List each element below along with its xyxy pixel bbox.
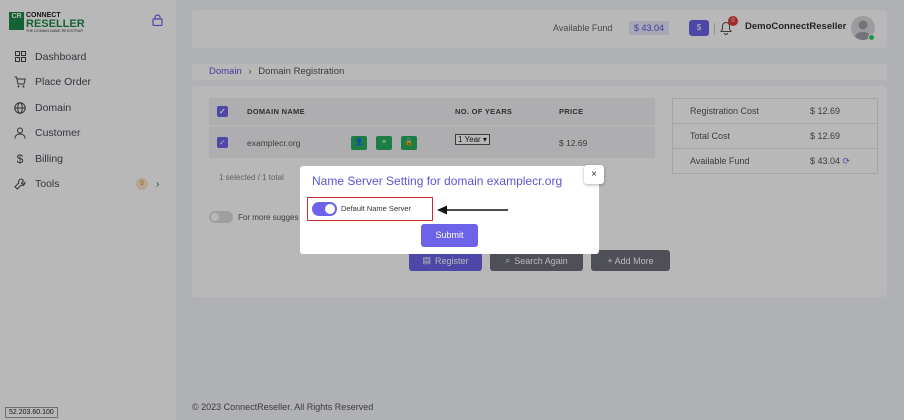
close-icon[interactable]: ×: [584, 165, 604, 184]
default-name-server-toggle[interactable]: [312, 202, 337, 216]
arrow-left-icon: [437, 205, 508, 215]
modal-title: Name Server Setting for domain examplecr…: [312, 174, 563, 188]
submit-button[interactable]: Submit: [421, 224, 478, 247]
default-name-server-label: Default Name Server: [341, 204, 412, 213]
